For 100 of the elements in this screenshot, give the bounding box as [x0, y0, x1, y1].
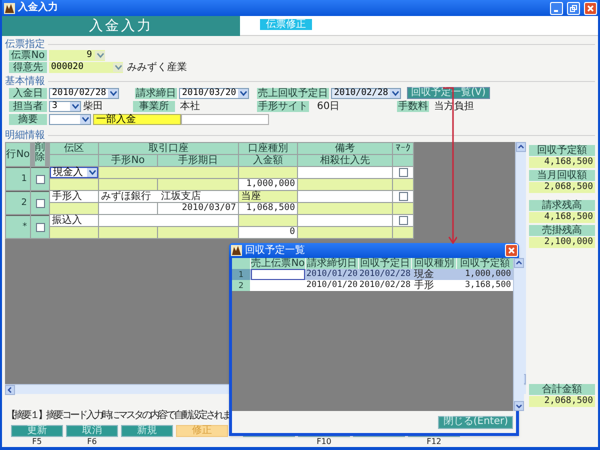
- close-button[interactable]: [505, 244, 518, 257]
- date-dropdown[interactable]: 2010/03/20: [179, 88, 249, 98]
- chevron-down-icon: [70, 102, 80, 110]
- app-icon: [4, 2, 15, 14]
- table-cell: [99, 179, 157, 190]
- table-cell: 2010/02/28: [359, 269, 411, 280]
- table-row[interactable]: 1 2010/01/20 2010/02/28 現金 1,000,000: [232, 269, 513, 280]
- table-cell: [239, 215, 297, 226]
- scroll-left-icon[interactable]: [5, 385, 15, 395]
- table-cell: 当座: [239, 191, 297, 202]
- summary-code-dropdown[interactable]: [49, 114, 91, 124]
- type-dropdown[interactable]: 現金入: [50, 167, 98, 178]
- window-title: 入金入力: [18, 2, 59, 14]
- date-dropdown[interactable]: 2010/02/28: [49, 88, 119, 98]
- field-label: 手形サイト: [257, 100, 309, 112]
- table-header-cell: 手形No: [99, 155, 157, 166]
- mode-badge: 伝票修正: [260, 19, 312, 30]
- column-header: 売上伝票No: [251, 258, 305, 269]
- field-value: 60日: [316, 100, 341, 112]
- checkbox[interactable]: [36, 174, 44, 184]
- summary-text-field[interactable]: [181, 114, 269, 124]
- field-label: 事業所: [133, 100, 175, 112]
- table-header-cell: [50, 155, 98, 166]
- table-cell: [50, 227, 98, 238]
- chevron-down-icon: [113, 63, 123, 72]
- checkbox[interactable]: [398, 192, 408, 201]
- table-cell: [393, 203, 413, 214]
- section-title: 基本情報: [5, 76, 45, 86]
- table-cell: 0: [239, 227, 297, 238]
- field-label: 摘要: [9, 114, 47, 124]
- section-title: 伝票指定: [5, 38, 45, 50]
- table-header-cell: 口座種別: [239, 143, 297, 154]
- minimize-button[interactable]: [550, 2, 563, 14]
- field-label: 手数料: [397, 100, 429, 112]
- table-header-cell: 削除: [35, 143, 45, 166]
- checkbox[interactable]: [36, 222, 44, 232]
- dialog-title: 回収予定一覧: [245, 244, 306, 256]
- chevron-down-icon: [95, 51, 105, 60]
- column-header: 回収予定額: [457, 258, 513, 269]
- summary-label: 合計金額: [529, 384, 595, 395]
- checkbox[interactable]: [398, 168, 408, 177]
- summary-value: 4,168,500: [529, 212, 595, 223]
- scroll-down-icon[interactable]: [514, 401, 524, 411]
- date-dropdown[interactable]: 2010/02/28: [331, 88, 401, 98]
- customer-code-dropdown[interactable]: 000020: [49, 62, 123, 73]
- summary-label: 請求残高: [529, 200, 595, 211]
- table-header-cell: 備考: [298, 143, 392, 154]
- table-cell: 2010/03/07: [158, 203, 238, 214]
- slip-number-field[interactable]: [251, 269, 305, 280]
- row-number: 2: [6, 191, 30, 214]
- column-header: 回収種別: [412, 258, 456, 269]
- field-label: 入金日: [9, 88, 47, 98]
- table-header-cell: 伝区: [50, 143, 98, 154]
- summary-field[interactable]: 一部入金: [93, 114, 181, 124]
- table-cell-text: 3,168,500: [464, 280, 512, 291]
- summary-label: 当月回収額: [529, 170, 595, 181]
- key-hint: F10: [316, 437, 332, 446]
- summary-value: 2,068,500: [529, 182, 595, 193]
- page-title: 入金入力: [89, 18, 153, 34]
- table-cell: [50, 203, 98, 214]
- chevron-down-icon: [80, 114, 90, 124]
- checkbox[interactable]: [36, 198, 44, 208]
- checkbox[interactable]: [398, 216, 408, 225]
- vertical-scrollbar[interactable]: [513, 258, 524, 411]
- table-cell: [393, 179, 413, 190]
- row-number: 2: [232, 280, 250, 291]
- table-cell: 2010/01/20: [306, 280, 358, 291]
- table-header-cell: ﾏｰｸ: [393, 143, 413, 154]
- table-header-cell: 行No: [6, 143, 30, 166]
- table-header-cell: [232, 258, 250, 269]
- staff-dropdown[interactable]: 3: [49, 100, 81, 112]
- chevron-down-icon: [390, 88, 400, 98]
- field-label: 得意先: [9, 62, 47, 73]
- key-hint: F6: [87, 437, 97, 446]
- slip-number-dropdown[interactable]: 9: [49, 50, 105, 61]
- maximize-button[interactable]: [567, 2, 580, 14]
- field-label: 担当者: [9, 100, 47, 112]
- staff-name: 柴田: [83, 100, 104, 112]
- table-cell: [50, 179, 98, 190]
- field-label: 伝票No: [9, 50, 47, 61]
- field-label: 請求締日: [135, 88, 177, 98]
- chevron-down-icon: [238, 88, 248, 98]
- row-number: 1: [6, 167, 30, 190]
- scroll-up-icon[interactable]: [514, 258, 524, 268]
- table-cell: 1,068,500: [239, 203, 297, 214]
- app-icon: [231, 245, 242, 256]
- table-row[interactable]: 2 2010/01/20 2010/02/28 手形 3,168,500: [232, 280, 513, 291]
- summary-value: 2,100,000: [529, 237, 595, 248]
- table-cell: [239, 167, 297, 178]
- table-cell: 2010/01/20: [306, 269, 358, 280]
- scroll-up-icon[interactable]: [516, 142, 526, 152]
- chevron-down-icon: [108, 88, 118, 98]
- close-button[interactable]: [584, 2, 597, 14]
- table-cell: [99, 203, 157, 214]
- table-cell: 手形入: [50, 191, 98, 202]
- field-value: 本社: [179, 100, 201, 112]
- table-cell: [99, 227, 157, 238]
- close-icon: [587, 4, 594, 12]
- table-header-cell: [393, 155, 413, 166]
- section-title: 明細情報: [5, 130, 45, 140]
